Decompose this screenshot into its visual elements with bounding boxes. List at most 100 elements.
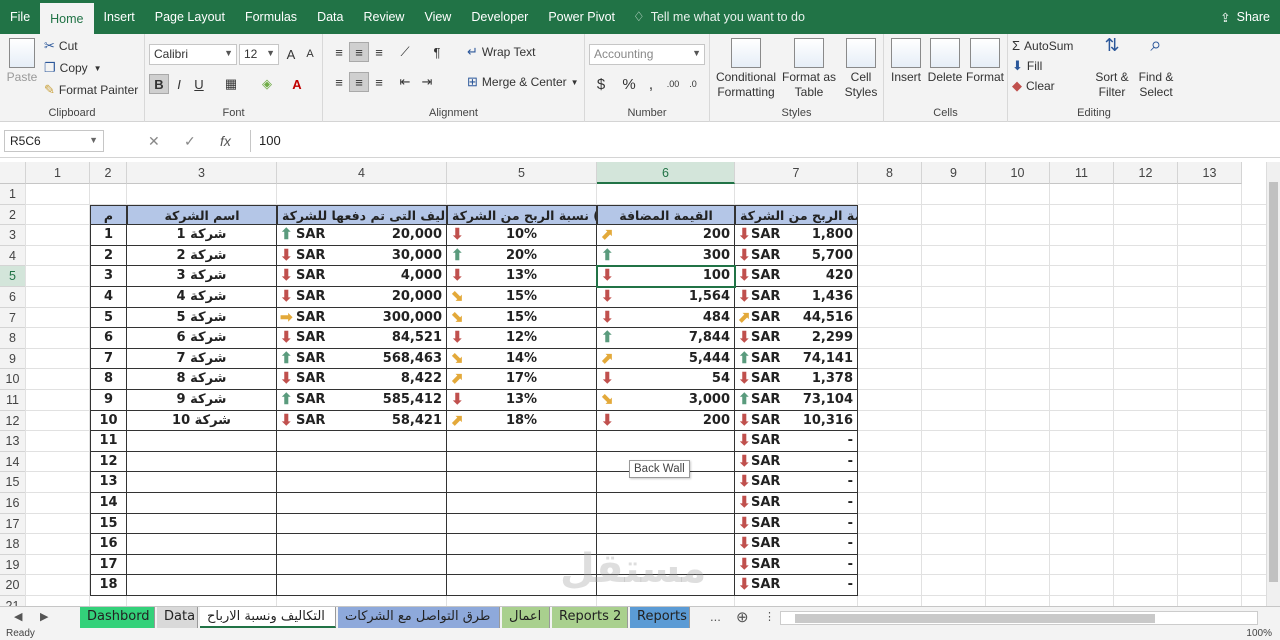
tab-file[interactable]: File xyxy=(0,0,40,34)
function-icon[interactable]: fx xyxy=(220,133,231,149)
comma-button[interactable]: , xyxy=(641,74,661,94)
row-header[interactable]: 16 xyxy=(0,493,26,514)
cell-styles-button[interactable]: Cell Styles xyxy=(840,38,882,100)
format-as-table-button[interactable]: Format as Table xyxy=(780,38,838,100)
tab-insert[interactable]: Insert xyxy=(94,0,145,34)
row-header[interactable]: 2 xyxy=(0,204,26,226)
profit-percent-cell[interactable]: 20% xyxy=(447,245,597,267)
insert-cells-button[interactable]: Insert xyxy=(886,38,926,85)
profit-percent-cell[interactable]: 18% xyxy=(447,410,597,432)
font-name-select[interactable]: Calibri ▼ xyxy=(149,44,237,65)
decrease-indent-icon[interactable]: ⇤ xyxy=(395,72,415,92)
company-name-cell[interactable]: شركة 7 xyxy=(127,348,277,370)
column-header[interactable]: 5 xyxy=(447,162,597,184)
tab-review[interactable]: Review xyxy=(353,0,414,34)
empty-cell[interactable] xyxy=(277,493,447,514)
orientation-icon[interactable]: ⟋ xyxy=(395,42,415,62)
row-number-cell[interactable]: 4 xyxy=(90,287,127,308)
more-sheets[interactable]: ... xyxy=(710,609,721,624)
row-number-cell[interactable]: 2 xyxy=(90,245,127,267)
row-number-cell[interactable]: 10 xyxy=(90,410,127,432)
column-header[interactable]: 3 xyxy=(127,162,277,184)
empty-cell[interactable] xyxy=(277,513,447,535)
row-number-cell[interactable]: 11 xyxy=(90,431,127,452)
align-bottom-icon[interactable]: ≡ xyxy=(369,42,389,62)
company-name-cell[interactable]: شركة 2 xyxy=(127,245,277,267)
name-box[interactable]: R5C6 ▼ xyxy=(4,130,104,152)
row-header[interactable]: 7 xyxy=(0,307,26,329)
tab-view[interactable]: View xyxy=(414,0,461,34)
company-name-cell[interactable]: شركة 4 xyxy=(127,287,277,308)
empty-cell[interactable] xyxy=(127,575,277,596)
row-header[interactable]: 8 xyxy=(0,328,26,349)
profit-percent-cell[interactable]: 15% xyxy=(447,307,597,329)
profit-percent-cell[interactable]: 13% xyxy=(447,266,597,287)
sort-filter-button[interactable]: ⇅ Sort & Filter xyxy=(1092,36,1132,100)
number-format-select[interactable]: Accounting ▼ xyxy=(589,44,705,65)
empty-cell[interactable] xyxy=(447,513,597,535)
company-name-cell[interactable]: شركة 6 xyxy=(127,328,277,349)
empty-cell[interactable] xyxy=(597,493,735,514)
conditional-formatting-button[interactable]: Conditional Formatting xyxy=(714,38,778,100)
empty-cell[interactable] xyxy=(447,493,597,514)
added-value-cell[interactable]: 3,000 xyxy=(597,390,735,411)
empty-cell[interactable] xyxy=(447,431,597,452)
company-name-cell[interactable]: شركة 9 xyxy=(127,390,277,411)
profit-percent-cell[interactable]: 14% xyxy=(447,348,597,370)
company-name-cell[interactable]: شركة 5 xyxy=(127,307,277,329)
autosum-button[interactable]: Σ AutoSum xyxy=(1012,38,1073,53)
increase-decimal-icon[interactable]: .00 xyxy=(663,74,683,94)
profit-percent-cell[interactable]: 17% xyxy=(447,369,597,390)
added-value-cell[interactable]: 300 xyxy=(597,245,735,267)
column-header[interactable]: 6 xyxy=(597,162,735,184)
bold-button[interactable]: B xyxy=(149,74,169,94)
profit-percent-cell[interactable]: 10% xyxy=(447,225,597,246)
row-header[interactable]: 20 xyxy=(0,575,26,596)
row-header[interactable]: 15 xyxy=(0,472,26,493)
fill-color-icon[interactable]: ◈ xyxy=(257,74,277,94)
empty-cell[interactable] xyxy=(277,554,447,576)
row-number-cell[interactable]: 16 xyxy=(90,534,127,555)
row-header[interactable]: 11 xyxy=(0,390,26,411)
empty-cell[interactable] xyxy=(127,534,277,555)
percent-button[interactable]: % xyxy=(619,74,639,94)
company-name-cell[interactable]: شركة 3 xyxy=(127,266,277,287)
fill-button[interactable]: ⬇ Fill xyxy=(1012,58,1042,74)
empty-cell[interactable] xyxy=(277,431,447,452)
added-value-cell[interactable]: 7,844 xyxy=(597,328,735,349)
increase-indent-icon[interactable]: ⇥ xyxy=(417,72,437,92)
scrollbar-thumb[interactable] xyxy=(795,614,1155,623)
tab-home[interactable]: Home xyxy=(40,3,94,34)
added-value-cell[interactable]: 5,444 xyxy=(597,348,735,370)
empty-cell[interactable] xyxy=(127,451,277,473)
row-header[interactable]: 4 xyxy=(0,245,26,267)
row-number-cell[interactable]: 3 xyxy=(90,266,127,287)
column-header[interactable]: 8 xyxy=(858,162,922,184)
more-sheets-icon[interactable]: ⋮ xyxy=(764,610,775,623)
empty-cell[interactable] xyxy=(447,472,597,493)
empty-cell[interactable] xyxy=(127,554,277,576)
rtl-icon[interactable]: ¶ xyxy=(427,42,447,62)
spreadsheet-grid[interactable]: 1 2 3 4 5 6 7 8 9 10 11 12 13 1 2 3 4 5 6 7 8 9 10 11 12 13 14 15 16… xyxy=(0,162,1266,606)
added-value-cell[interactable]: 1,564 xyxy=(597,287,735,308)
font-size-select[interactable]: 12 ▼ xyxy=(239,44,279,65)
format-painter-button[interactable]: ✎ Format Painter xyxy=(44,82,138,98)
empty-cell[interactable] xyxy=(277,534,447,555)
next-sheet-icon[interactable]: ▶ xyxy=(40,610,48,623)
row-number-cell[interactable]: 7 xyxy=(90,348,127,370)
scrollbar-thumb[interactable] xyxy=(1269,182,1278,582)
row-number-cell[interactable]: 9 xyxy=(90,390,127,411)
tab-developer[interactable]: Developer xyxy=(461,0,538,34)
formula-input[interactable]: 100 xyxy=(250,130,1275,152)
align-top-icon[interactable]: ≡ xyxy=(329,42,349,62)
italic-button[interactable]: I xyxy=(169,74,189,94)
enter-icon[interactable]: ✓ xyxy=(184,133,196,150)
tab-data[interactable]: Data xyxy=(307,0,353,34)
company-name-cell[interactable]: شركة 8 xyxy=(127,369,277,390)
format-cells-button[interactable]: Format xyxy=(964,38,1006,85)
sheet-tab[interactable]: طرق التواصل مع الشركات xyxy=(338,607,500,628)
row-number-cell[interactable]: 13 xyxy=(90,472,127,493)
empty-cell[interactable] xyxy=(277,575,447,596)
sheet-tab[interactable]: Reports xyxy=(630,607,690,628)
column-header[interactable]: 4 xyxy=(277,162,447,184)
